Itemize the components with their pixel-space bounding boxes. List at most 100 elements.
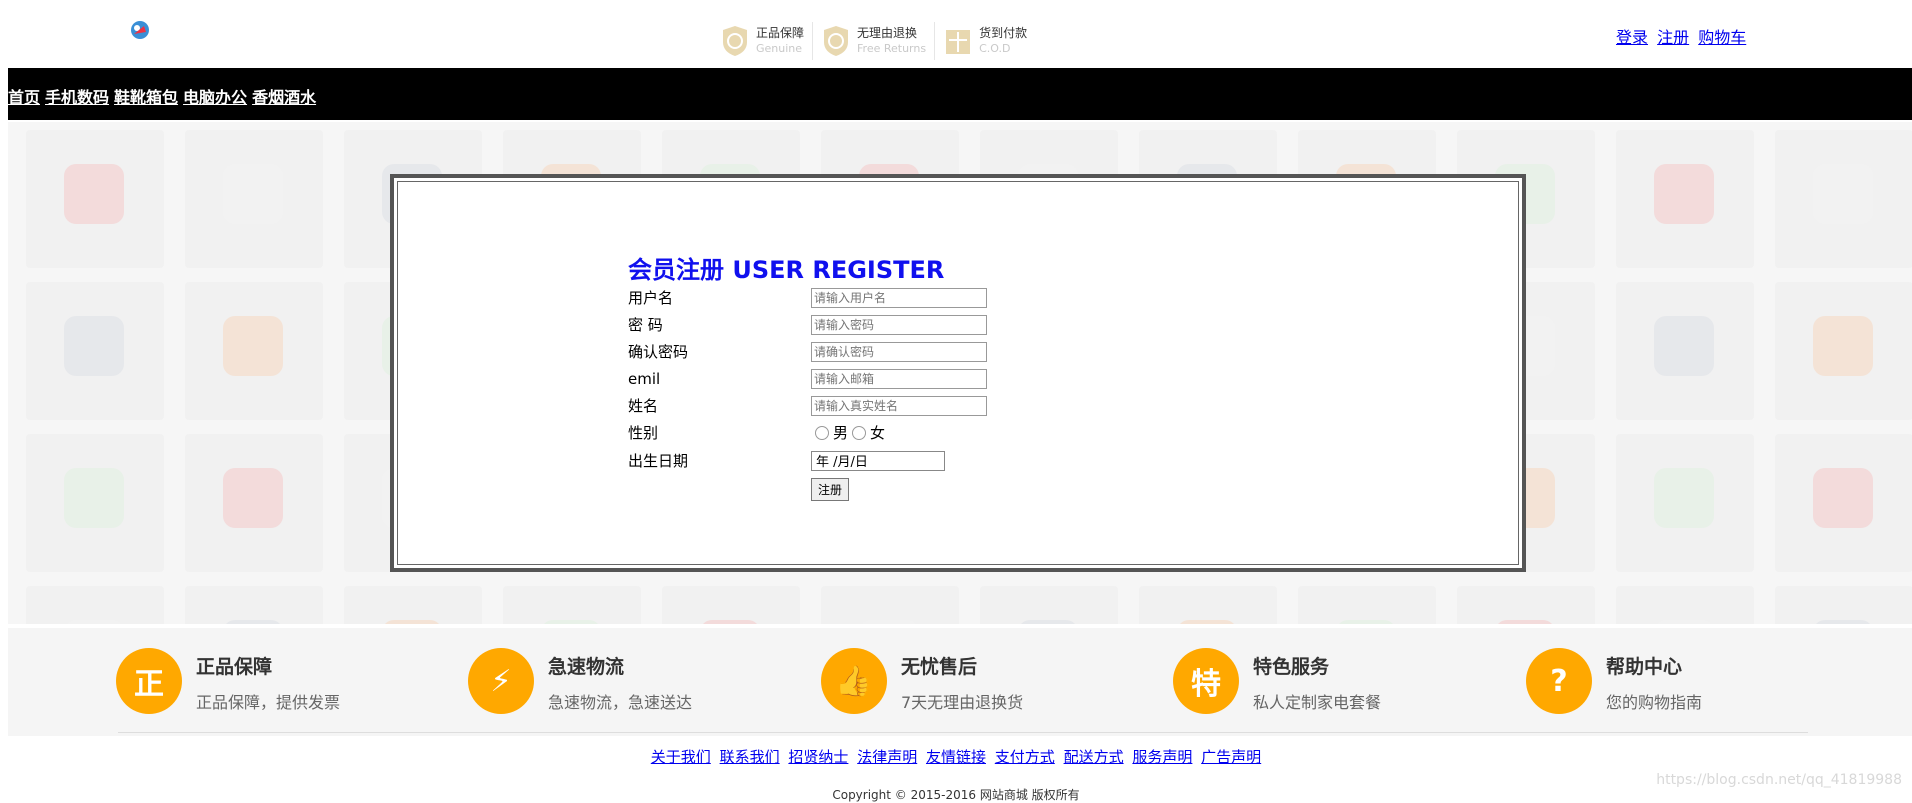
guarantee-badges: 正品保障 Genuine 无理由退换 Free Returns 货到付款 C.O… xyxy=(712,22,1035,60)
submit-row: 注册 xyxy=(628,476,850,503)
guarantee-cn: 正品保障 xyxy=(756,26,805,40)
background-tile xyxy=(26,130,164,268)
cod-icon xyxy=(946,30,971,54)
realname-row: 姓名 xyxy=(628,392,987,419)
background-tile xyxy=(1775,586,1912,624)
genuine-shield-icon xyxy=(723,26,747,56)
feature-title: 急速物流 xyxy=(548,656,625,678)
footer-link-friends[interactable]: 友情链接 xyxy=(926,748,986,766)
feature-desc: 正品保障，提供发票 xyxy=(196,693,341,712)
username-row: 用户名 xyxy=(628,284,987,311)
footer-link-legal[interactable]: 法律声明 xyxy=(857,748,917,766)
background-tile xyxy=(1775,434,1912,572)
password-row: 密 码 xyxy=(628,311,987,338)
footer-link-service[interactable]: 服务声明 xyxy=(1132,748,1192,766)
realname-input[interactable] xyxy=(811,395,987,416)
feature-aftersale: 👍 无忧售后 7天无理由退换货 xyxy=(821,648,1023,714)
returns-shield-icon xyxy=(824,26,849,56)
thumbs-up-icon: 👍 xyxy=(821,648,887,714)
background-tile xyxy=(26,434,164,572)
feature-help: ? 帮助中心 您的购物指南 xyxy=(1526,648,1702,714)
cart-link[interactable]: 购物车 xyxy=(1698,28,1746,47)
feature-desc: 您的购物指南 xyxy=(1606,693,1703,712)
gender-male-label: 男 xyxy=(833,424,849,442)
footer-link-payment[interactable]: 支付方式 xyxy=(995,748,1055,766)
background-tile xyxy=(26,282,164,420)
realname-label: 姓名 xyxy=(628,397,659,415)
email-input[interactable] xyxy=(811,368,987,389)
gender-label: 性别 xyxy=(628,424,659,442)
background-tile xyxy=(185,434,323,572)
background-tile xyxy=(1616,282,1754,420)
feature-genuine: 正 正品保障 正品保障，提供发票 xyxy=(116,648,340,714)
main-nav: 首页 手机数码 鞋靴箱包 电脑办公 香烟酒水 xyxy=(8,68,1912,120)
background-tile xyxy=(821,586,959,624)
nav-item-home[interactable]: 首页 xyxy=(8,88,40,107)
confirm-password-input[interactable] xyxy=(811,341,987,362)
logistics-icon: ⚡ xyxy=(468,648,534,714)
gender-female-label: 女 xyxy=(870,424,886,442)
footer-link-about[interactable]: 关于我们 xyxy=(651,748,711,766)
background-tile xyxy=(662,586,800,624)
email-label: emil xyxy=(628,369,661,388)
guarantee-cn: 货到付款 xyxy=(979,26,1028,40)
password-input[interactable] xyxy=(811,314,987,335)
feature-divider xyxy=(118,732,1808,733)
username-label: 用户名 xyxy=(628,289,674,307)
guarantee-genuine: 正品保障 Genuine xyxy=(712,22,814,60)
background-tile xyxy=(1775,130,1912,268)
guarantee-cn: 无理由退换 xyxy=(857,26,918,40)
guarantee-en: Free Returns xyxy=(857,42,927,55)
background-tile xyxy=(26,586,164,624)
background-tile xyxy=(1457,586,1595,624)
feature-title: 特色服务 xyxy=(1253,656,1330,678)
service-features: 正 正品保障 正品保障，提供发票 ⚡ 急速物流 急速物流，急速送达 👍 无忧售后… xyxy=(8,628,1912,736)
guarantee-returns: 无理由退换 Free Returns xyxy=(813,22,936,60)
background-tile xyxy=(1616,130,1754,268)
register-panel: 会员注册 USER REGISTER 用户名 密 码 确认密码 emil 姓名 … xyxy=(390,174,1526,572)
background-tile xyxy=(344,586,482,624)
feature-logistics: ⚡ 急速物流 急速物流，急速送达 xyxy=(468,648,692,714)
register-title: 会员注册 USER REGISTER xyxy=(628,256,945,284)
birthdate-input[interactable]: 年 /月/日 xyxy=(811,450,945,471)
logo-icon[interactable] xyxy=(128,18,152,42)
background-tile xyxy=(1616,434,1754,572)
email-row: emil xyxy=(628,365,987,392)
gender-row: 性别 男 女 xyxy=(628,419,885,446)
copyright: Copyright © 2015-2016 网站商城 版权所有 xyxy=(832,788,1080,802)
birthdate-row: 出生日期 年 /月/日 xyxy=(628,447,945,474)
nav-item-tobacco-wine[interactable]: 香烟酒水 xyxy=(252,88,316,107)
feature-title: 无忧售后 xyxy=(901,656,978,678)
footer-link-contact[interactable]: 联系我们 xyxy=(720,748,780,766)
register-link[interactable]: 注册 xyxy=(1657,28,1689,47)
guarantee-en: Genuine xyxy=(756,42,803,55)
nav-item-digital[interactable]: 手机数码 xyxy=(45,88,109,107)
feature-title: 帮助中心 xyxy=(1606,656,1683,678)
gender-male-radio[interactable] xyxy=(815,425,829,440)
feature-special: 特 特色服务 私人定制家电套餐 xyxy=(1173,648,1381,714)
nav-item-shoes-bags[interactable]: 鞋靴箱包 xyxy=(114,88,178,107)
feature-title: 正品保障 xyxy=(196,656,273,678)
watermark: https://blog.csdn.net/qq_41819988 xyxy=(1656,772,1902,788)
username-input[interactable] xyxy=(811,287,987,308)
nav-item-office[interactable]: 电脑办公 xyxy=(183,88,247,107)
gender-female-radio[interactable] xyxy=(852,425,867,440)
confirm-password-label: 确认密码 xyxy=(628,343,689,361)
footer-link-careers[interactable]: 招贤纳士 xyxy=(788,748,848,766)
background-tile xyxy=(1139,586,1277,624)
background-tile xyxy=(503,586,641,624)
register-submit-button[interactable]: 注册 xyxy=(811,478,850,501)
footer-link-delivery[interactable]: 配送方式 xyxy=(1064,748,1124,766)
birthdate-label: 出生日期 xyxy=(628,452,689,470)
feature-desc: 私人定制家电套餐 xyxy=(1253,693,1382,712)
background-tile xyxy=(185,282,323,420)
background-tile xyxy=(1298,586,1436,624)
guarantee-en: C.O.D xyxy=(979,42,1011,55)
password-label: 密 码 xyxy=(628,316,663,334)
feature-desc: 7天无理由退换货 xyxy=(901,693,1024,712)
footer-link-ads[interactable]: 广告声明 xyxy=(1201,748,1261,766)
help-icon: ? xyxy=(1526,648,1592,714)
feature-desc: 急速物流，急速送达 xyxy=(548,693,693,712)
background-tile xyxy=(1775,282,1912,420)
login-link[interactable]: 登录 xyxy=(1616,28,1648,47)
